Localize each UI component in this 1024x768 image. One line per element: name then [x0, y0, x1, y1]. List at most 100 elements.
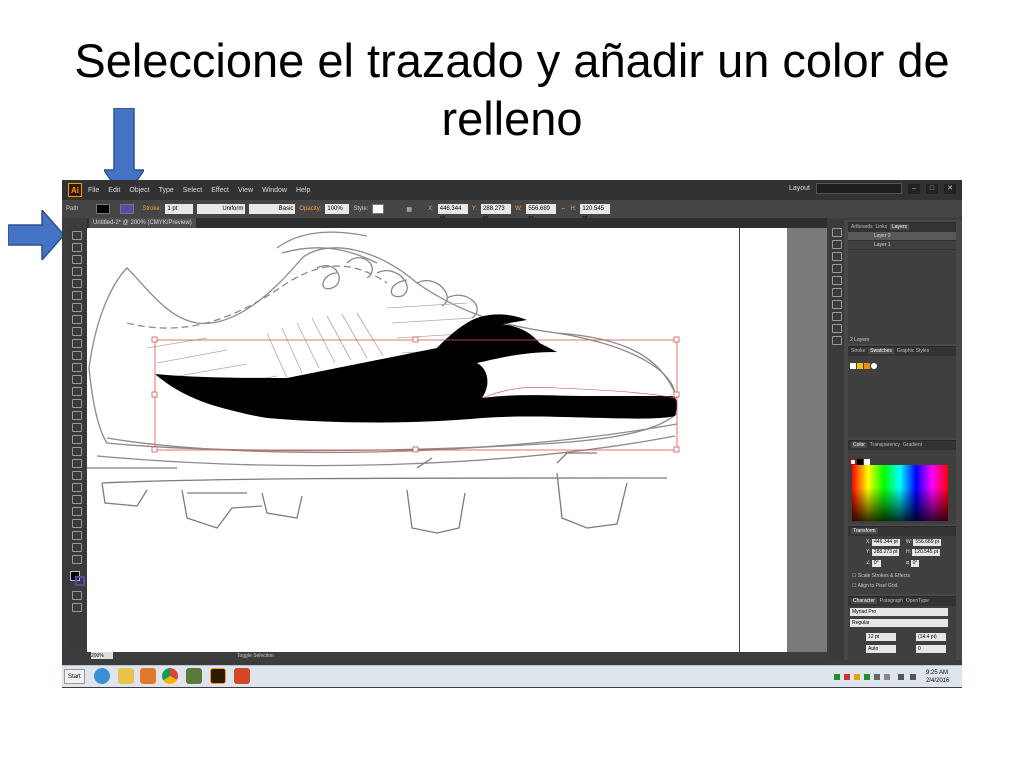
shoe-sketch-artwork[interactable]: [87, 228, 827, 652]
tab-transparency[interactable]: Transparency: [870, 442, 900, 448]
fill-stroke-swatches[interactable]: [69, 570, 85, 588]
tab-graphic-styles[interactable]: Graphic Styles: [897, 348, 930, 354]
magic-wand-tool-icon[interactable]: [72, 255, 82, 264]
free-transform-tool-icon[interactable]: [72, 411, 82, 420]
tab-gradient[interactable]: Gradient: [903, 442, 922, 448]
blob-brush-tool-icon[interactable]: [72, 351, 82, 360]
transform-angle[interactable]: ∠ 0°: [866, 560, 881, 567]
maximize-button[interactable]: □: [926, 183, 938, 194]
tab-transform[interactable]: Transform: [851, 528, 878, 534]
search-input[interactable]: [816, 183, 902, 194]
actions-icon[interactable]: [832, 336, 842, 345]
direct-selection-tool-icon[interactable]: [72, 243, 82, 252]
folder-icon[interactable]: [118, 668, 134, 684]
artboard-canvas[interactable]: [87, 228, 827, 652]
layer-row[interactable]: Layer 2: [848, 232, 956, 241]
start-button[interactable]: Start: [64, 669, 85, 684]
color-spectrum[interactable]: [852, 465, 948, 521]
zoom-tool-icon[interactable]: [72, 555, 82, 564]
lasso-tool-icon[interactable]: [72, 267, 82, 276]
menu-object[interactable]: Object: [129, 187, 149, 194]
color-guide-icon[interactable]: [832, 228, 842, 237]
transform-h-value[interactable]: 120.545 pt: [912, 549, 941, 556]
gradient-tool-icon[interactable]: [72, 459, 82, 468]
stroke-weight-field[interactable]: 1 pt: [165, 204, 194, 214]
fill-color-swatch[interactable]: [96, 204, 111, 214]
font-style-select[interactable]: Regular: [850, 619, 948, 627]
transform-w-value[interactable]: 556.689 pt: [913, 539, 942, 546]
tray-icon[interactable]: [874, 674, 880, 680]
h-field[interactable]: 120.545 pt: [580, 204, 611, 222]
minimize-button[interactable]: –: [908, 183, 920, 194]
stroke-color-swatch[interactable]: [120, 204, 135, 214]
tab-swatches[interactable]: Swatches: [868, 348, 894, 354]
blend-tool-icon[interactable]: [72, 483, 82, 492]
menu-window[interactable]: Window: [262, 187, 287, 194]
pen-tool-icon[interactable]: [72, 279, 82, 288]
type-tool-icon[interactable]: [72, 291, 82, 300]
pencil-tool-icon[interactable]: [72, 339, 82, 348]
line-tool-icon[interactable]: [72, 303, 82, 312]
transform-y[interactable]: Y: 288.273 pt: [866, 549, 900, 556]
drawing-mode-icon[interactable]: [72, 591, 82, 600]
tab-links[interactable]: Links: [875, 224, 887, 230]
font-family-select[interactable]: Myriad Pro: [850, 608, 948, 616]
app-icon[interactable]: [186, 668, 202, 684]
menu-select[interactable]: Select: [183, 187, 202, 194]
brushes-icon[interactable]: [832, 252, 842, 261]
tray-icon[interactable]: [864, 674, 870, 680]
tab-paragraph[interactable]: Paragraph: [880, 598, 903, 604]
opacity-field[interactable]: 100%: [325, 204, 350, 214]
leading-field[interactable]: (14.4 pt): [916, 633, 946, 641]
rectangle-tool-icon[interactable]: [72, 315, 82, 324]
link-icon[interactable]: ⇔: [560, 206, 566, 212]
status-toggle[interactable]: Toggle Selection: [237, 652, 274, 660]
pathfinder-icon[interactable]: [832, 300, 842, 309]
illustrator-taskbar-icon[interactable]: [210, 668, 226, 684]
kerning-field[interactable]: Auto: [866, 645, 896, 653]
swatch-white[interactable]: [871, 363, 877, 369]
font-size-field[interactable]: 12 pt: [866, 633, 896, 641]
taskbar-clock[interactable]: 9:25 AM 2/4/2016: [926, 669, 949, 685]
info-icon[interactable]: [832, 312, 842, 321]
document-tab[interactable]: Untitled-2* @ 200% (CMYK/Preview): [89, 218, 196, 228]
brush-definition[interactable]: Basic: [249, 204, 296, 214]
media-player-icon[interactable]: [140, 668, 156, 684]
stroke-label[interactable]: Stroke:: [142, 206, 161, 212]
scale-strokes-checkbox[interactable]: ☐ Scale Strokes & Effects: [852, 573, 910, 579]
symbols-icon[interactable]: [832, 264, 842, 273]
tray-icon[interactable]: [884, 674, 890, 680]
tab-opentype[interactable]: OpenType: [906, 598, 929, 604]
paintbrush-tool-icon[interactable]: [72, 327, 82, 336]
layer-row[interactable]: Layer 1: [848, 241, 956, 250]
tray-icon[interactable]: [834, 674, 840, 680]
menu-view[interactable]: View: [238, 187, 253, 194]
align-panel-icon[interactable]: [832, 288, 842, 297]
align-icon[interactable]: ▦: [406, 206, 412, 213]
x-field[interactable]: 446.344 pt: [437, 204, 468, 222]
tab-character[interactable]: Character: [851, 598, 877, 604]
tab-stroke[interactable]: Stroke: [851, 348, 865, 354]
tab-artboards[interactable]: Artboards: [851, 224, 873, 230]
workspace-switcher[interactable]: Layout: [789, 185, 810, 192]
y-field[interactable]: 288.273 pt: [481, 204, 512, 222]
navigator-icon[interactable]: [832, 324, 842, 333]
opacity-label[interactable]: Opacity:: [299, 206, 321, 212]
tray-icon[interactable]: [854, 674, 860, 680]
transform-angle-value[interactable]: 0°: [871, 560, 881, 567]
screen-mode-icon[interactable]: [72, 603, 82, 612]
mesh-tool-icon[interactable]: [72, 447, 82, 456]
perspective-grid-tool-icon[interactable]: [72, 435, 82, 444]
transform-y-value[interactable]: 288.273 pt: [871, 549, 900, 556]
menu-help[interactable]: Help: [296, 187, 310, 194]
slice-tool-icon[interactable]: [72, 531, 82, 540]
tab-layers[interactable]: Layers: [889, 224, 909, 230]
appearance-icon[interactable]: [832, 276, 842, 285]
rotate-tool-icon[interactable]: [72, 375, 82, 384]
style-swatch[interactable]: [372, 204, 385, 214]
menu-edit[interactable]: Edit: [108, 187, 120, 194]
column-graph-tool-icon[interactable]: [72, 507, 82, 516]
tray-icon[interactable]: [844, 674, 850, 680]
menu-type[interactable]: Type: [159, 187, 174, 194]
menu-effect[interactable]: Effect: [211, 187, 229, 194]
